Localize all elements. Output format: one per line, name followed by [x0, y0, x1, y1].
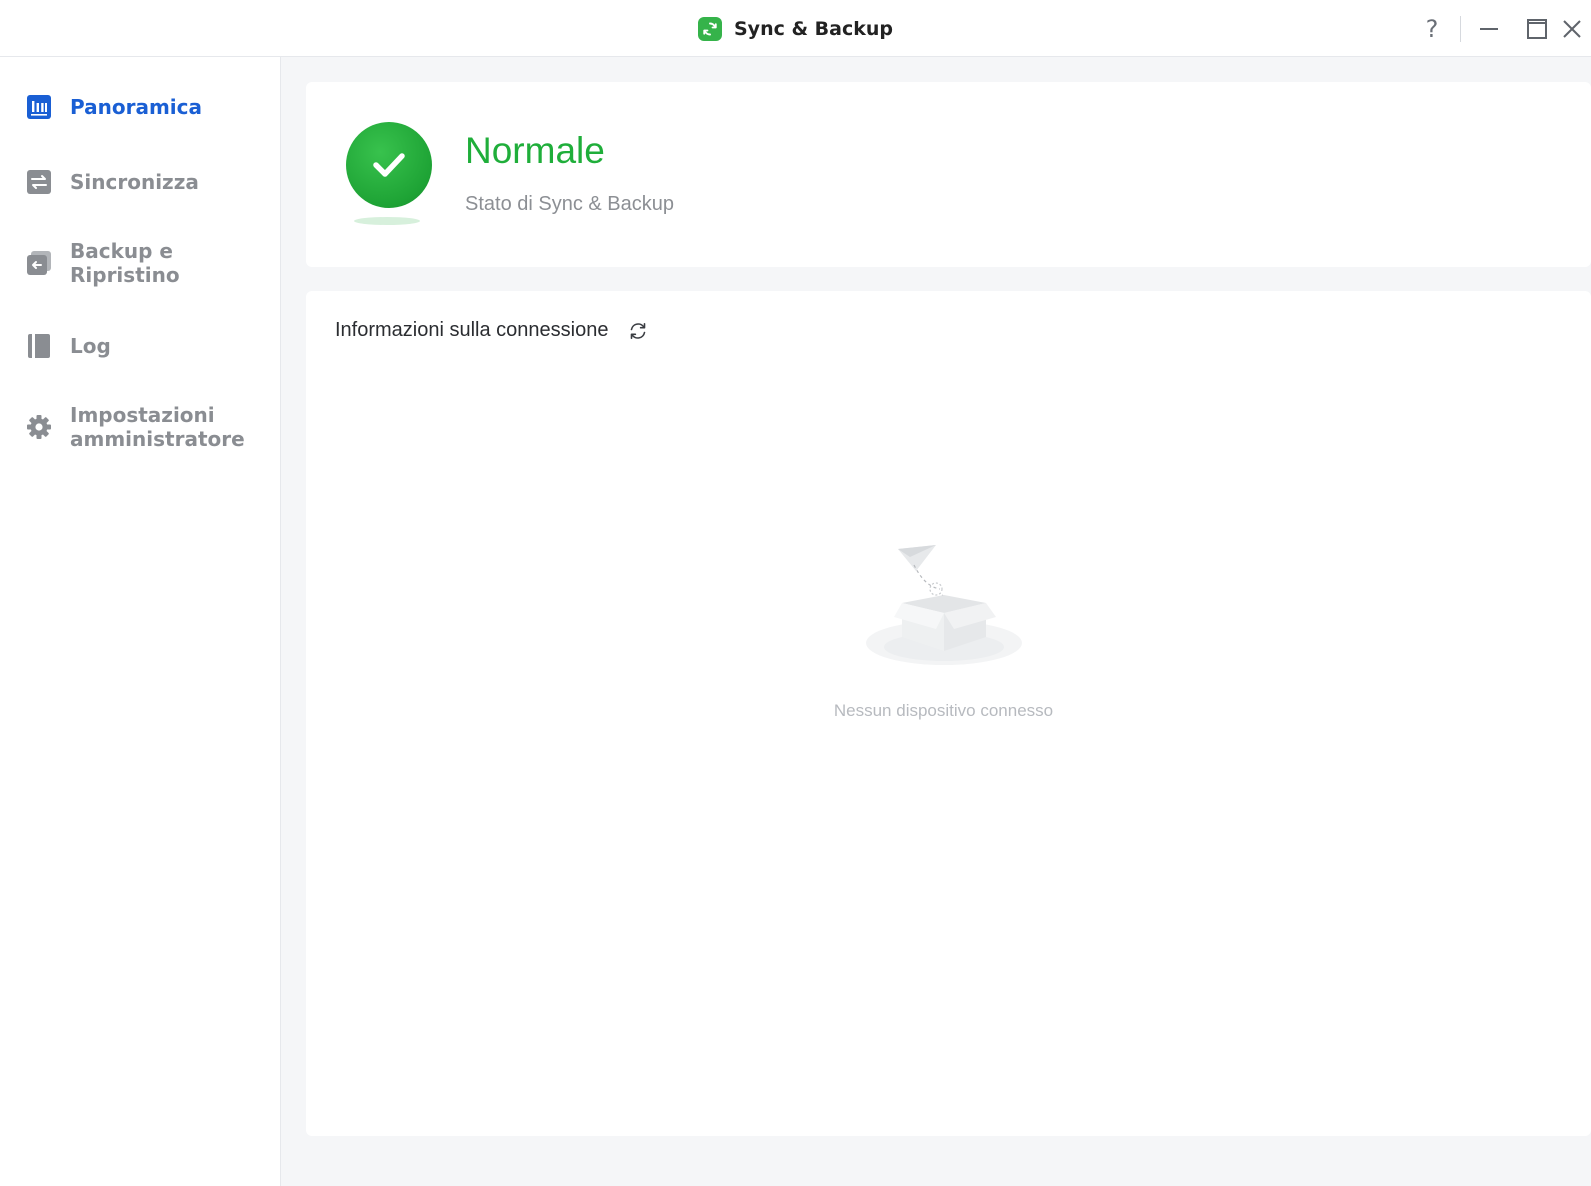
- sidebar-item-label-line1: Backup e: [70, 239, 173, 263]
- window-controls: ?: [1408, 0, 1591, 57]
- status-card: Normale Stato di Sync & Backup: [306, 82, 1591, 267]
- sidebar-item-label: Log: [70, 334, 111, 358]
- sync-arrows-icon: [26, 169, 52, 195]
- status-title: Normale: [465, 130, 605, 171]
- empty-state-text: Nessun dispositivo connesso: [833, 701, 1054, 720]
- app-logo-icon: [698, 16, 722, 41]
- sidebar-item-sincronizza[interactable]: Sincronizza: [26, 169, 199, 195]
- backup-restore-icon: [26, 250, 52, 276]
- close-icon: [1563, 19, 1581, 38]
- title-bar: Sync & Backup ?: [0, 0, 1591, 57]
- maximize-button[interactable]: [1513, 0, 1561, 57]
- minimize-icon: [1480, 27, 1498, 30]
- connection-title: Informazioni sulla connessione: [335, 319, 609, 341]
- gear-icon: [26, 414, 52, 440]
- help-button[interactable]: ?: [1408, 0, 1456, 57]
- app-title-text: Sync & Backup: [734, 17, 893, 40]
- status-badge-shadow: [354, 217, 420, 225]
- sidebar-item-backup[interactable]: Backup e Ripristino: [26, 239, 180, 287]
- sidebar-item-label-line2: Ripristino: [70, 263, 180, 287]
- check-circle-icon: [346, 122, 432, 208]
- status-subtitle: Stato di Sync & Backup: [465, 193, 675, 215]
- empty-box-icon: [862, 543, 1026, 671]
- help-icon: ?: [1425, 14, 1439, 43]
- sidebar-item-label-line2: amministratore: [70, 427, 245, 451]
- dashboard-icon: [26, 94, 52, 120]
- sidebar-item-log[interactable]: Log: [26, 333, 111, 359]
- sidebar-item-label: Sincronizza: [70, 170, 199, 194]
- minimize-button[interactable]: [1465, 0, 1513, 57]
- sidebar-item-label: Backup e Ripristino: [70, 239, 180, 287]
- controls-divider: [1460, 15, 1461, 42]
- connection-card: Informazioni sulla connessione Nessun di…: [306, 291, 1591, 1136]
- app-title: Sync & Backup: [0, 0, 1591, 57]
- sidebar-item-impostazioni[interactable]: Impostazioni amministratore: [26, 403, 245, 451]
- close-button[interactable]: [1561, 0, 1591, 57]
- sidebar-item-panoramica[interactable]: Panoramica: [26, 94, 202, 120]
- sidebar-item-label: Panoramica: [70, 95, 203, 119]
- refresh-icon[interactable]: [627, 320, 649, 342]
- sidebar-item-label: Impostazioni amministratore: [70, 403, 245, 451]
- sidebar: Panoramica Sincronizza Backup e Ripristi…: [0, 57, 281, 1186]
- log-book-icon: [26, 333, 52, 359]
- maximize-icon: [1527, 18, 1547, 39]
- sidebar-item-label-line1: Impostazioni: [70, 403, 215, 427]
- connection-header: Informazioni sulla connessione: [335, 319, 649, 342]
- app-window: Sync & Backup ? Panoramica Sincronizza B…: [0, 0, 1591, 1186]
